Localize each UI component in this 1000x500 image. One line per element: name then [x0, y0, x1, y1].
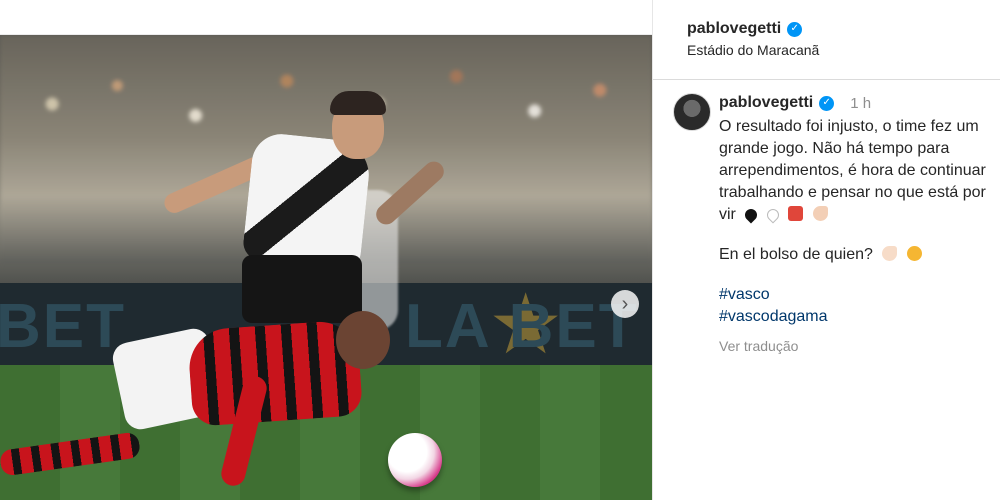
hashtag-list: #vasco #vascodagama [719, 284, 990, 328]
hashtag-link[interactable]: #vasco [719, 284, 990, 306]
caption-second-text: En el bolso de quien? [719, 246, 873, 263]
caption-username[interactable]: pablovegetti [719, 94, 813, 112]
post-header: pablovegetti ✓ Estádio do Maracanã [653, 0, 1000, 80]
hashtag-link[interactable]: #vascodagama [719, 306, 990, 328]
post-media[interactable]: BET ★ LA BET › [0, 35, 652, 500]
caption-comment: pablovegetti ✓ 1 h O resultado foi injus… [653, 80, 1000, 354]
chevron-right-icon: › [621, 293, 629, 315]
flexed-biceps-icon [812, 206, 828, 221]
board-text-right: LA BET [405, 292, 639, 361]
anger-symbol-icon [788, 206, 804, 221]
post-time[interactable]: 1 h [850, 95, 871, 112]
caption-second-line: En el bolso de quien? [719, 244, 990, 266]
flamengo-player-head [336, 311, 390, 369]
vasco-player-shorts [242, 255, 362, 323]
top-strip [0, 0, 652, 35]
post-author-username[interactable]: pablovegetti [687, 20, 781, 38]
football [388, 433, 442, 487]
verified-badge-icon: ✓ [819, 95, 835, 111]
board-text-left: BET [0, 292, 126, 361]
see-translation-button[interactable]: Ver tradução [719, 338, 990, 354]
verified-badge-icon: ✓ [787, 21, 803, 37]
caption-text: O resultado foi injusto, o time fez um g… [719, 118, 986, 223]
black-heart-icon [742, 206, 760, 224]
face-with-tongue-icon [906, 246, 922, 261]
pinching-hand-icon [882, 246, 898, 261]
vasco-player-hair [330, 91, 386, 115]
white-heart-icon [764, 206, 782, 224]
post-location[interactable]: Estádio do Maracanã [687, 42, 1000, 58]
caption-text-block: O resultado foi injusto, o time fez um g… [719, 116, 989, 226]
post-details-panel: pablovegetti ✓ Estádio do Maracanã pablo… [652, 0, 1000, 500]
carousel-next-button[interactable]: › [611, 290, 639, 318]
